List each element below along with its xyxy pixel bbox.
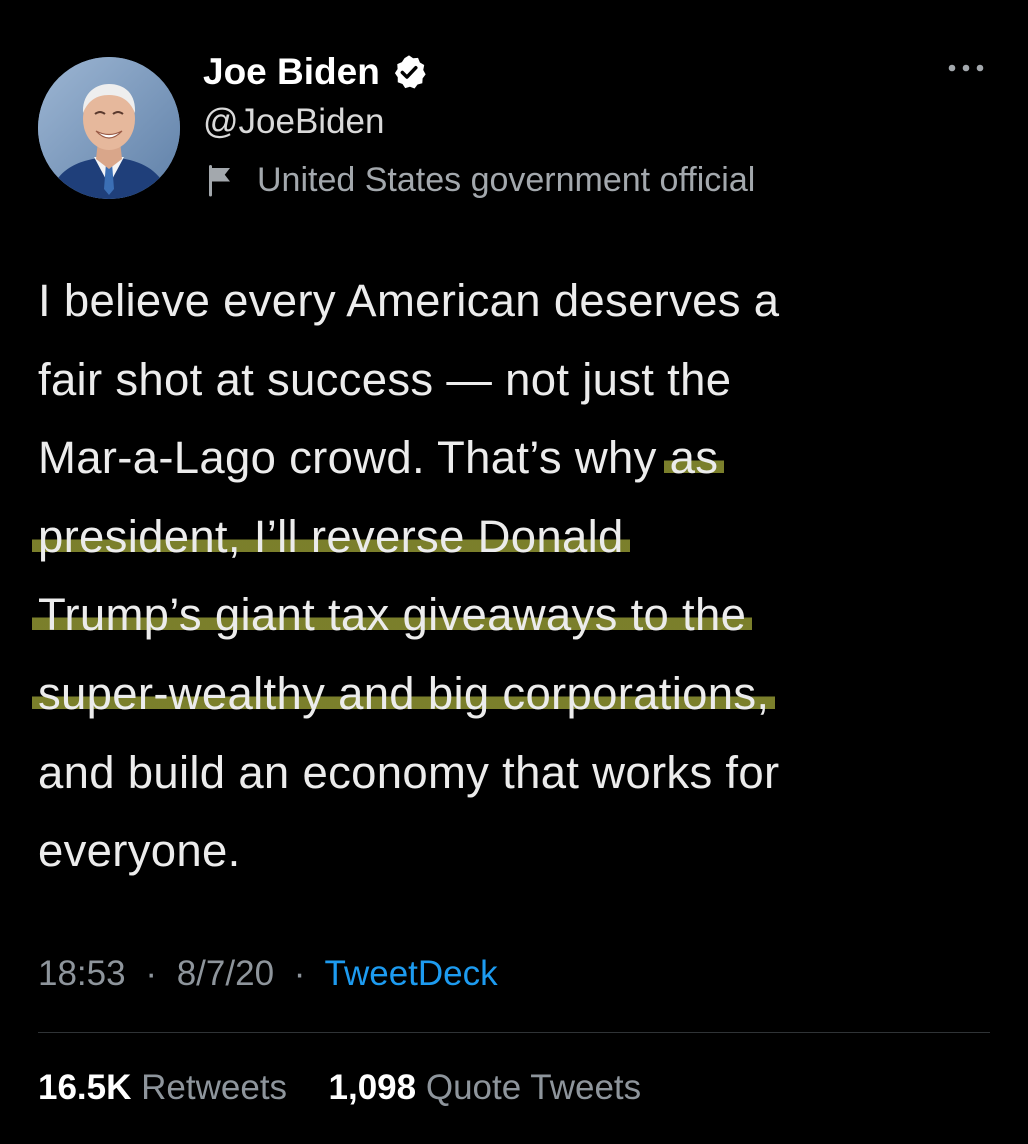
quote-tweets-count: 1,098 (328, 1068, 417, 1107)
author-handle[interactable]: @JoeBiden (203, 100, 384, 144)
tweet-text-line: Trump’s giant tax giveaways to the (32, 576, 998, 655)
government-label-text: United States government official (257, 161, 756, 199)
tweet-text-line: I believe every American deserves a (38, 262, 998, 341)
more-icon[interactable] (945, 58, 987, 78)
verified-badge-icon (394, 55, 426, 89)
tweet-text-segment: fair shot at success — not just the (38, 353, 732, 405)
avatar[interactable] (38, 57, 180, 199)
meta-separator: · (293, 954, 306, 993)
tweet-text-segment: Mar-a-Lago crowd. That’s why (38, 432, 670, 484)
highlighted-text: Trump’s giant tax giveaways to the (32, 589, 753, 641)
highlighted-text: president, I’ll reverse Donald (32, 510, 630, 562)
tweet-source-link[interactable]: TweetDeck (325, 954, 498, 993)
highlighted-text: as (663, 432, 725, 484)
author-name[interactable]: Joe Biden (203, 50, 428, 94)
tweet-stats: 16.5K Retweets 1,098 Quote Tweets (38, 1063, 641, 1113)
tweet-text-line: Mar-a-Lago crowd. That’s why as (38, 419, 998, 498)
highlighted-text: super-wealthy and big corporations, (32, 667, 776, 719)
tweet-text-segment: I believe every American deserves a (38, 275, 780, 326)
tweet-detail: Joe Biden @JoeBiden United States govern… (0, 0, 1028, 1144)
tweet-text: I believe every American deserves a fair … (32, 262, 998, 891)
tweet-text-line: president, I’ll reverse Donald (32, 498, 998, 577)
quote-tweets-stat[interactable]: 1,098 Quote Tweets (329, 1068, 642, 1107)
meta-separator: · (145, 954, 157, 993)
quote-tweets-label: Quote Tweets (425, 1068, 642, 1107)
tweet-text-line: and build an economy that works for (38, 734, 998, 813)
tweet-meta: 18:53 · 8/7/20 · TweetDeck (38, 950, 498, 998)
flag-icon (209, 165, 230, 197)
tweet-text-line: super-wealthy and big corporations, (32, 655, 998, 734)
tweet-time[interactable]: 18:53 (38, 954, 126, 993)
government-label[interactable]: United States government official (203, 158, 755, 202)
author-name-text[interactable]: Joe Biden (203, 50, 380, 94)
retweets-count: 16.5K (38, 1068, 132, 1107)
tweet-text-segment: everyone. (38, 825, 241, 877)
retweets-stat[interactable]: 16.5K Retweets (38, 1068, 297, 1107)
tweet-text-line: everyone. (38, 812, 998, 891)
tweet-date[interactable]: 8/7/20 (177, 954, 274, 993)
tweet-text-line: fair shot at success — not just the (38, 341, 998, 420)
divider (38, 1032, 990, 1033)
tweet-text-segment: and build an economy that works for (38, 746, 780, 798)
avatar-photo (38, 57, 180, 199)
retweets-label: Retweets (141, 1068, 288, 1107)
